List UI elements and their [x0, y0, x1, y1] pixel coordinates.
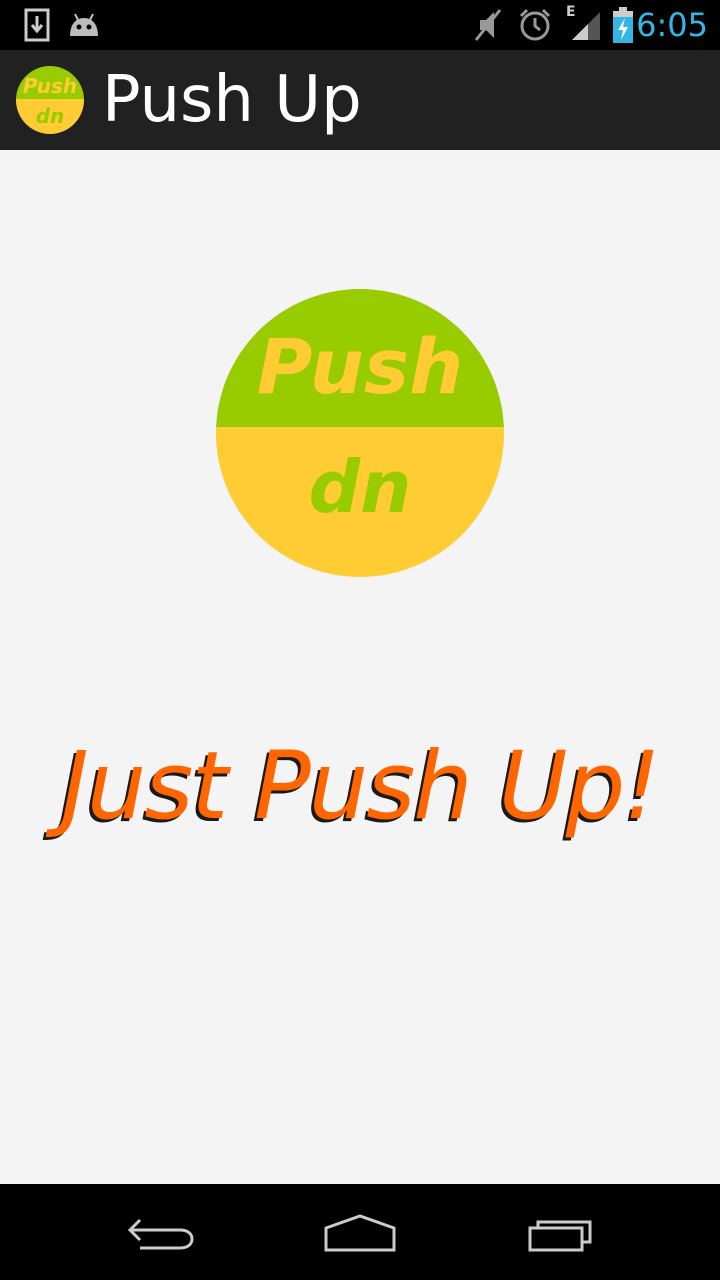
tagline-text: Just Push Up! — [61, 732, 661, 841]
status-bar: E 6:05 — [0, 0, 720, 50]
signal-icon — [572, 12, 600, 40]
push-logo-top-text: Push — [216, 289, 504, 428]
app-logo-bottom-text: dn — [16, 98, 84, 134]
action-bar: Push dn Push Up — [0, 50, 720, 150]
download-icon — [24, 8, 50, 42]
status-time: 6:05 — [636, 6, 708, 44]
navigation-bar — [0, 1184, 720, 1280]
app-logo-icon[interactable]: Push dn — [16, 66, 84, 134]
recent-apps-icon[interactable] — [512, 1208, 612, 1256]
mute-icon — [474, 9, 502, 41]
battery-charging-icon — [613, 7, 633, 43]
push-logo-bottom-text: dn — [216, 427, 504, 577]
push-logo-image: Push dn — [216, 289, 504, 577]
app-title: Push Up — [102, 63, 362, 137]
back-icon[interactable] — [110, 1208, 210, 1256]
android-icon — [70, 13, 98, 36]
home-icon[interactable] — [310, 1208, 410, 1256]
alarm-icon — [519, 8, 551, 41]
app-logo-top-text: Push — [16, 66, 84, 103]
